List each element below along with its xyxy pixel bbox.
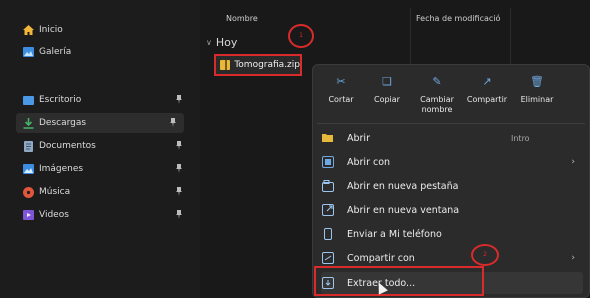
pin-icon xyxy=(176,164,182,173)
chevron-down-icon: ∨ xyxy=(206,38,212,47)
desktop-icon xyxy=(22,95,34,106)
delete-label: Eliminar xyxy=(520,95,554,104)
sidebar-item-galeria[interactable]: Galería xyxy=(22,42,190,62)
navigation-pane: Inicio Galería Escritorio Descargas Docu… xyxy=(0,0,200,298)
sidebar-item-label: Documentos xyxy=(39,141,96,151)
menu-item-abrir-nueva-ventana[interactable]: Abrir en nueva ventana xyxy=(321,199,583,221)
sidebar-item-label: Videos xyxy=(39,210,69,220)
cut-button[interactable]: ✂ Cortar xyxy=(315,75,367,105)
group-header[interactable]: ∨ Hoy xyxy=(206,36,237,49)
open-with-icon xyxy=(321,155,335,169)
trash-icon: 🗑 xyxy=(530,75,544,88)
context-menu: ✂ Cortar ❏ Copiar ✎ Cambiar nombre ↗ Com… xyxy=(312,64,590,298)
share-button[interactable]: ↗ Compartir xyxy=(461,75,513,105)
menu-item-shortcut: Intro xyxy=(511,133,530,143)
annotation-number: 1 xyxy=(299,32,303,39)
sidebar-item-label: Descargas xyxy=(39,118,87,128)
home-icon xyxy=(22,25,34,36)
copy-icon: ❏ xyxy=(382,75,392,88)
menu-item-abrir[interactable]: Abrir Intro xyxy=(321,127,583,149)
new-window-icon xyxy=(321,203,335,217)
menu-item-abrir-con[interactable]: Abrir con › xyxy=(321,151,583,173)
share-label: Compartir xyxy=(466,95,508,104)
pin-icon xyxy=(176,187,182,196)
pin-icon xyxy=(176,210,182,219)
download-icon xyxy=(22,117,34,129)
file-row-selected[interactable]: Tomografia.zip xyxy=(214,54,302,76)
pin-icon xyxy=(176,141,182,150)
sidebar-item-label: Música xyxy=(39,187,71,197)
chevron-right-icon: › xyxy=(571,157,575,167)
menu-item-label: Enviar a Mi teléfono xyxy=(347,228,442,240)
menu-item-label: Compartir con xyxy=(347,252,415,264)
gallery-icon xyxy=(22,47,34,58)
folder-open-icon xyxy=(321,131,335,145)
annotation-circle-step-2: 2 xyxy=(471,244,499,266)
menu-item-abrir-nueva-pestana[interactable]: Abrir en nueva pestaña xyxy=(321,175,583,197)
group-label: Hoy xyxy=(215,36,238,49)
rename-label: Cambiar nombre xyxy=(420,95,454,114)
image-icon xyxy=(22,164,34,175)
file-name: Tomografia.zip xyxy=(234,60,300,70)
sidebar-item-imagenes[interactable]: Imágenes xyxy=(22,159,190,179)
annotation-circle-step-1: 1 xyxy=(288,24,314,48)
menu-item-enviar-telefono[interactable]: Enviar a Mi teléfono xyxy=(321,223,583,245)
phone-icon xyxy=(321,227,335,241)
sidebar-item-escritorio[interactable]: Escritorio xyxy=(22,90,190,110)
menu-item-label: Abrir en nueva ventana xyxy=(347,204,460,216)
menu-item-label: Abrir xyxy=(347,132,370,144)
sidebar-item-musica[interactable]: Música xyxy=(22,182,190,202)
column-header-date[interactable]: Fecha de modificació xyxy=(416,14,500,23)
document-icon xyxy=(22,140,34,152)
chevron-right-icon: › xyxy=(571,253,575,263)
rename-button[interactable]: ✎ Cambiar nombre xyxy=(411,75,463,115)
share-with-icon xyxy=(321,251,335,265)
pin-icon xyxy=(176,95,182,104)
delete-button[interactable]: 🗑 Eliminar xyxy=(511,75,563,105)
sidebar-item-descargas[interactable]: Descargas xyxy=(16,113,184,133)
new-tab-icon xyxy=(321,179,335,193)
menu-item-label: Abrir con xyxy=(347,156,391,168)
scissors-icon: ✂ xyxy=(336,75,346,88)
music-icon xyxy=(22,186,34,198)
annotation-highlight-extract xyxy=(314,266,484,296)
sidebar-item-label: Inicio xyxy=(39,25,63,35)
video-icon xyxy=(22,210,34,221)
copy-button[interactable]: ❏ Copiar xyxy=(361,75,413,105)
copy-label: Copiar xyxy=(374,95,400,104)
rename-icon: ✎ xyxy=(432,75,442,88)
sidebar-item-label: Imágenes xyxy=(39,164,84,174)
annotation-number: 2 xyxy=(483,251,487,258)
menu-item-label: Abrir en nueva pestaña xyxy=(347,180,459,192)
pin-icon xyxy=(170,118,176,127)
sidebar-item-videos[interactable]: Videos xyxy=(22,205,190,225)
menu-separator xyxy=(317,123,585,124)
sidebar-item-label: Galería xyxy=(39,47,72,57)
cut-label: Cortar xyxy=(328,95,354,104)
sidebar-item-label: Escritorio xyxy=(39,95,82,105)
sidebar-item-documentos[interactable]: Documentos xyxy=(22,136,190,156)
share-icon: ↗ xyxy=(482,75,492,88)
sidebar-item-inicio[interactable]: Inicio xyxy=(22,20,190,40)
column-header-name[interactable]: Nombre xyxy=(226,14,258,23)
zip-folder-icon xyxy=(220,60,231,70)
